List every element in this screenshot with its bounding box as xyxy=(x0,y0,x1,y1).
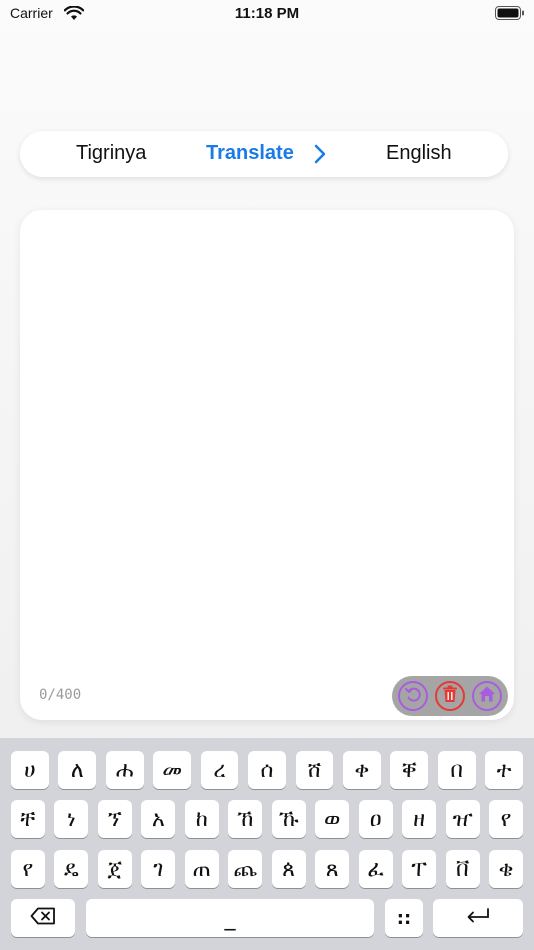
letter-key[interactable]: ፐ xyxy=(402,850,437,888)
letter-key[interactable]: ገ xyxy=(141,850,176,888)
punctuation-key[interactable]: :: xyxy=(385,899,423,937)
letter-key[interactable]: ሀ xyxy=(11,751,49,789)
status-bar: Carrier 11:18 PM xyxy=(0,0,534,30)
letter-key[interactable]: ከ xyxy=(184,800,219,838)
home-button[interactable] xyxy=(472,681,502,711)
backspace-icon xyxy=(30,906,56,931)
letter-key[interactable]: ኸ xyxy=(228,800,263,838)
letter-key[interactable]: ዠ xyxy=(445,800,480,838)
home-icon xyxy=(478,685,496,707)
target-language-button[interactable]: English xyxy=(386,142,452,165)
letter-key[interactable]: የ xyxy=(489,800,523,838)
letter-key[interactable]: አ xyxy=(141,800,176,838)
clock: 11:18 PM xyxy=(234,5,300,22)
backspace-key[interactable] xyxy=(11,899,75,937)
trash-icon xyxy=(442,685,458,707)
letter-key[interactable]: የ xyxy=(11,850,45,888)
letter-key[interactable]: ለ xyxy=(58,751,97,789)
letter-key[interactable]: ቀ xyxy=(342,751,381,789)
source-language-button[interactable]: Tigrinya xyxy=(76,142,146,165)
return-icon xyxy=(465,906,491,931)
space-key[interactable]: _ xyxy=(86,899,374,937)
letter-key[interactable]: መ xyxy=(153,751,192,789)
letter-key[interactable]: ሸ xyxy=(295,751,334,789)
letter-key[interactable]: ቸ xyxy=(11,800,45,838)
letter-key[interactable]: በ xyxy=(437,751,476,789)
letter-key[interactable]: ኘ xyxy=(97,800,132,838)
character-counter: 0/400 xyxy=(39,687,82,703)
undo-icon xyxy=(404,685,422,707)
clear-text-button[interactable] xyxy=(435,681,465,711)
letter-key[interactable]: ጸ xyxy=(315,850,350,888)
letter-key[interactable]: ዴ xyxy=(54,850,89,888)
letter-key[interactable]: ዐ xyxy=(358,800,393,838)
letter-key[interactable]: ጀ xyxy=(97,850,132,888)
letter-key[interactable]: ቨ xyxy=(445,850,480,888)
chevron-right-icon[interactable] xyxy=(314,144,326,168)
undo-button[interactable] xyxy=(398,681,428,711)
tigrinya-keyboard: _ :: ሀለሐመረሰሸቀቐበተቸነኘአከኸኹወዐዘዠየየዴጀገጠጨጰጸፈፐቨቄ xyxy=(0,738,534,950)
translate-button[interactable]: Translate xyxy=(206,142,294,165)
return-key[interactable] xyxy=(433,899,523,937)
letter-key[interactable]: ነ xyxy=(54,800,89,838)
letter-key[interactable]: ረ xyxy=(200,751,239,789)
language-selector-bar: Tigrinya Translate English xyxy=(20,131,508,177)
letter-key[interactable]: ቄ xyxy=(489,850,523,888)
source-text-input[interactable] xyxy=(38,228,496,668)
letter-key[interactable]: ቐ xyxy=(390,751,429,789)
letter-key[interactable]: ዘ xyxy=(402,800,437,838)
input-card: 0/400 xyxy=(20,210,514,720)
letter-key[interactable]: ተ xyxy=(485,751,523,789)
letter-key[interactable]: ሐ xyxy=(105,751,144,789)
letter-key[interactable]: ጰ xyxy=(271,850,306,888)
action-buttons-group xyxy=(392,676,508,716)
letter-key[interactable]: ሰ xyxy=(248,751,286,789)
letter-key[interactable]: ወ xyxy=(315,800,350,838)
letter-key[interactable]: ጠ xyxy=(184,850,219,888)
letter-key[interactable]: ፈ xyxy=(358,850,393,888)
letter-key[interactable]: ጨ xyxy=(228,850,263,888)
letter-key[interactable]: ኹ xyxy=(271,800,306,838)
battery-icon xyxy=(495,6,525,25)
